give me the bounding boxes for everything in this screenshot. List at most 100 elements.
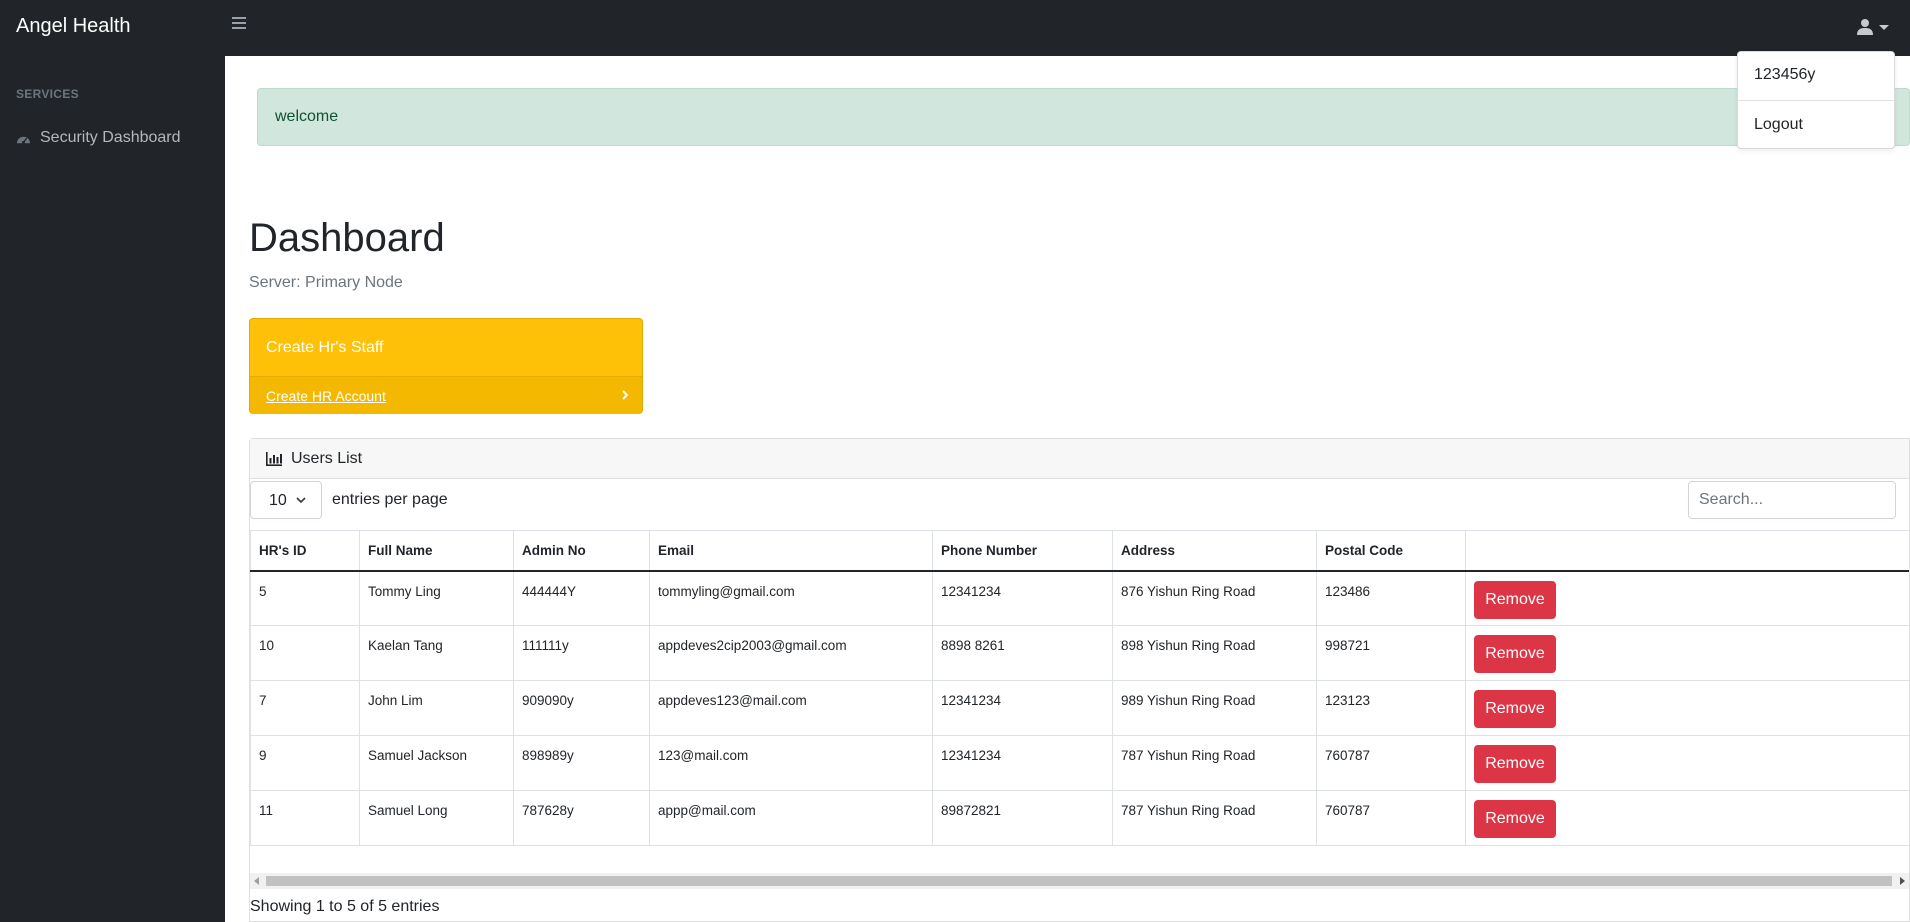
chevron-down-icon [296,497,306,504]
create-hr-card: Create Hr's Staff Create HR Account [249,318,643,414]
menu-toggle-icon[interactable] [232,17,248,33]
users-card-title: Users List [291,450,363,467]
user-dropdown-menu: 123456y Logout [1737,51,1895,149]
table-row: 11 Samuel Long 787628y appp@mail.com 898… [250,790,1909,846]
create-hr-card-title: Create Hr's Staff [266,339,384,356]
table-header-row: HR's ID Full Name Admin No Email Phone N… [250,530,1909,572]
column-header-email[interactable]: Email [649,530,933,572]
sidebar: SERVICES Security Dashboard [0,56,225,922]
top-navbar: Angel Health [0,0,1910,56]
cell-email: 123@mail.com [649,735,933,791]
column-header-actions [1465,530,1909,572]
cell-actions: Remove [1465,735,1909,791]
cell-hr-id: 11 [250,790,360,846]
users-table-wrapper: HR's ID Full Name Admin No Email Phone N… [250,530,1909,864]
column-header-phone-number[interactable]: Phone Number [932,530,1113,572]
scroll-right-arrow-icon[interactable] [1900,877,1905,885]
cell-full-name: John Lim [359,680,514,736]
table-row: 7 John Lim 909090y appdeves123@mail.com … [250,680,1909,736]
entries-per-page-select[interactable]: 10 [250,481,322,519]
remove-button[interactable]: Remove [1474,800,1556,838]
users-card-header: Users List [250,439,1909,479]
cell-admin-no: 111111y [513,625,650,681]
column-header-admin-no[interactable]: Admin No [513,530,650,572]
cell-address: 989 Yishun Ring Road [1112,680,1317,736]
users-table: HR's ID Full Name Admin No Email Phone N… [250,530,1909,846]
cell-full-name: Samuel Jackson [359,735,514,791]
sidebar-heading: SERVICES [16,87,79,101]
cell-hr-id: 9 [250,735,360,791]
cell-actions: Remove [1465,680,1909,736]
dropdown-divider [1738,100,1894,101]
remove-button[interactable]: Remove [1474,580,1556,619]
table-info-text: Showing 1 to 5 of 5 entries [250,898,440,915]
remove-button[interactable]: Remove [1474,690,1556,728]
scroll-left-arrow-icon[interactable] [254,877,259,885]
cell-address: 787 Yishun Ring Road [1112,735,1317,791]
cell-email: tommyling@gmail.com [649,570,933,626]
cell-address: 787 Yishun Ring Road [1112,790,1317,846]
remove-button[interactable]: Remove [1474,745,1556,783]
create-hr-account-link[interactable]: Create HR Account [266,388,386,404]
cell-postal: 123123 [1316,680,1466,736]
cell-hr-id: 10 [250,625,360,681]
cell-phone: 89872821 [932,790,1113,846]
cell-full-name: Kaelan Tang [359,625,514,681]
page-subtitle: Server: Primary Node [249,274,403,291]
cell-phone: 8898 8261 [932,625,1113,681]
column-header-hr-id[interactable]: HR's ID [250,530,360,572]
column-header-postal-code[interactable]: Postal Code [1316,530,1466,572]
entries-per-page-value: 10 [269,492,287,509]
cell-address: 898 Yishun Ring Road [1112,625,1317,681]
cell-postal: 123486 [1316,570,1466,626]
tachometer-icon [16,136,31,144]
dropdown-item-username[interactable]: 123456y [1738,58,1894,92]
cell-phone: 12341234 [932,735,1113,791]
users-list-card: Users List 10 entries per page HR's ID F… [249,438,1910,922]
cell-admin-no: 898989y [513,735,650,791]
entries-per-page-label: entries per page [332,491,448,508]
welcome-alert: welcome [257,88,1910,146]
cell-full-name: Samuel Long [359,790,514,846]
user-menu-toggle[interactable] [1852,16,1892,40]
table-row: 10 Kaelan Tang 111111y appdeves2cip2003@… [250,625,1909,681]
cell-email: appp@mail.com [649,790,933,846]
brand-name[interactable]: Angel Health [16,15,131,38]
scrollbar-thumb[interactable] [266,876,1892,886]
remove-button[interactable]: Remove [1474,635,1556,673]
cell-actions: Remove [1465,625,1909,681]
cell-email: appdeves2cip2003@gmail.com [649,625,933,681]
table-row: 5 Tommy Ling 444444Y tommyling@gmail.com… [250,570,1909,626]
sidebar-item-label: Security Dashboard [40,129,181,146]
cell-admin-no: 444444Y [513,570,650,626]
cell-phone: 12341234 [932,680,1113,736]
cell-address: 876 Yishun Ring Road [1112,570,1317,626]
search-input[interactable] [1688,481,1896,519]
cell-actions: Remove [1465,570,1909,626]
table-row: 9 Samuel Jackson 898989y 123@mail.com 12… [250,735,1909,791]
caret-down-icon [1879,25,1889,30]
chevron-right-icon [622,390,629,400]
cell-postal: 760787 [1316,790,1466,846]
cell-hr-id: 5 [250,570,360,626]
cell-postal: 760787 [1316,735,1466,791]
alert-text: welcome [275,108,339,125]
dropdown-item-logout[interactable]: Logout [1738,108,1894,142]
cell-hr-id: 7 [250,680,360,736]
create-hr-card-footer[interactable]: Create HR Account [250,376,642,414]
cell-phone: 12341234 [932,570,1113,626]
column-header-full-name[interactable]: Full Name [359,530,514,572]
column-header-address[interactable]: Address [1112,530,1317,572]
cell-postal: 998721 [1316,625,1466,681]
bar-chart-icon [266,452,282,466]
cell-email: appdeves123@mail.com [649,680,933,736]
horizontal-scrollbar[interactable] [250,873,1909,889]
cell-admin-no: 909090y [513,680,650,736]
user-icon [1857,19,1873,35]
main-content: welcome Dashboard Server: Primary Node C… [225,56,1910,922]
cell-full-name: Tommy Ling [359,570,514,626]
page-title: Dashboard [249,216,445,260]
cell-actions: Remove [1465,790,1909,846]
cell-admin-no: 787628y [513,790,650,846]
sidebar-item-security-dashboard[interactable]: Security Dashboard [16,128,216,152]
